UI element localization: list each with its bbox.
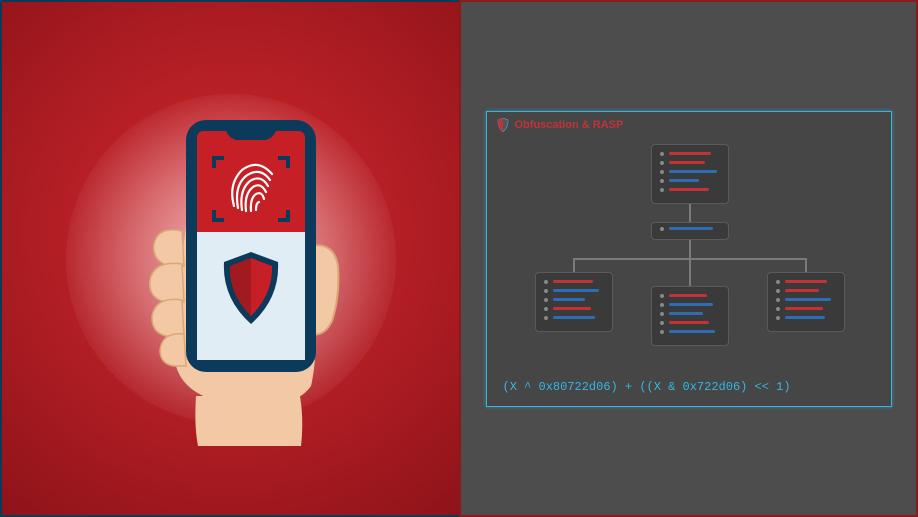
mobile-security-panel	[0, 0, 459, 517]
panel-title: Obfuscation & RASP	[515, 119, 624, 131]
tree-connector	[805, 258, 807, 272]
hand-holding-phone-illustration	[86, 66, 376, 451]
tree-node-child	[651, 286, 729, 346]
obfuscation-panel: Obfuscation & RASP	[486, 111, 892, 407]
tree-connector	[689, 240, 691, 258]
tree-node-child	[535, 272, 613, 332]
panel-title-row: Obfuscation & RASP	[497, 118, 624, 132]
obfuscated-code-expression: (X ^ 0x80722d06) + ((X & 0x722d06) << 1)	[503, 380, 791, 394]
tree-node-root	[651, 144, 729, 204]
tree-node-child	[767, 272, 845, 332]
tree-node-connector	[651, 222, 729, 240]
obfuscation-panel-container: Obfuscation & RASP	[459, 0, 918, 517]
obfuscation-tree	[487, 140, 891, 370]
tree-connector	[689, 204, 691, 222]
tree-connector	[573, 258, 575, 272]
tree-connector	[689, 258, 691, 286]
shield-icon	[497, 118, 509, 132]
